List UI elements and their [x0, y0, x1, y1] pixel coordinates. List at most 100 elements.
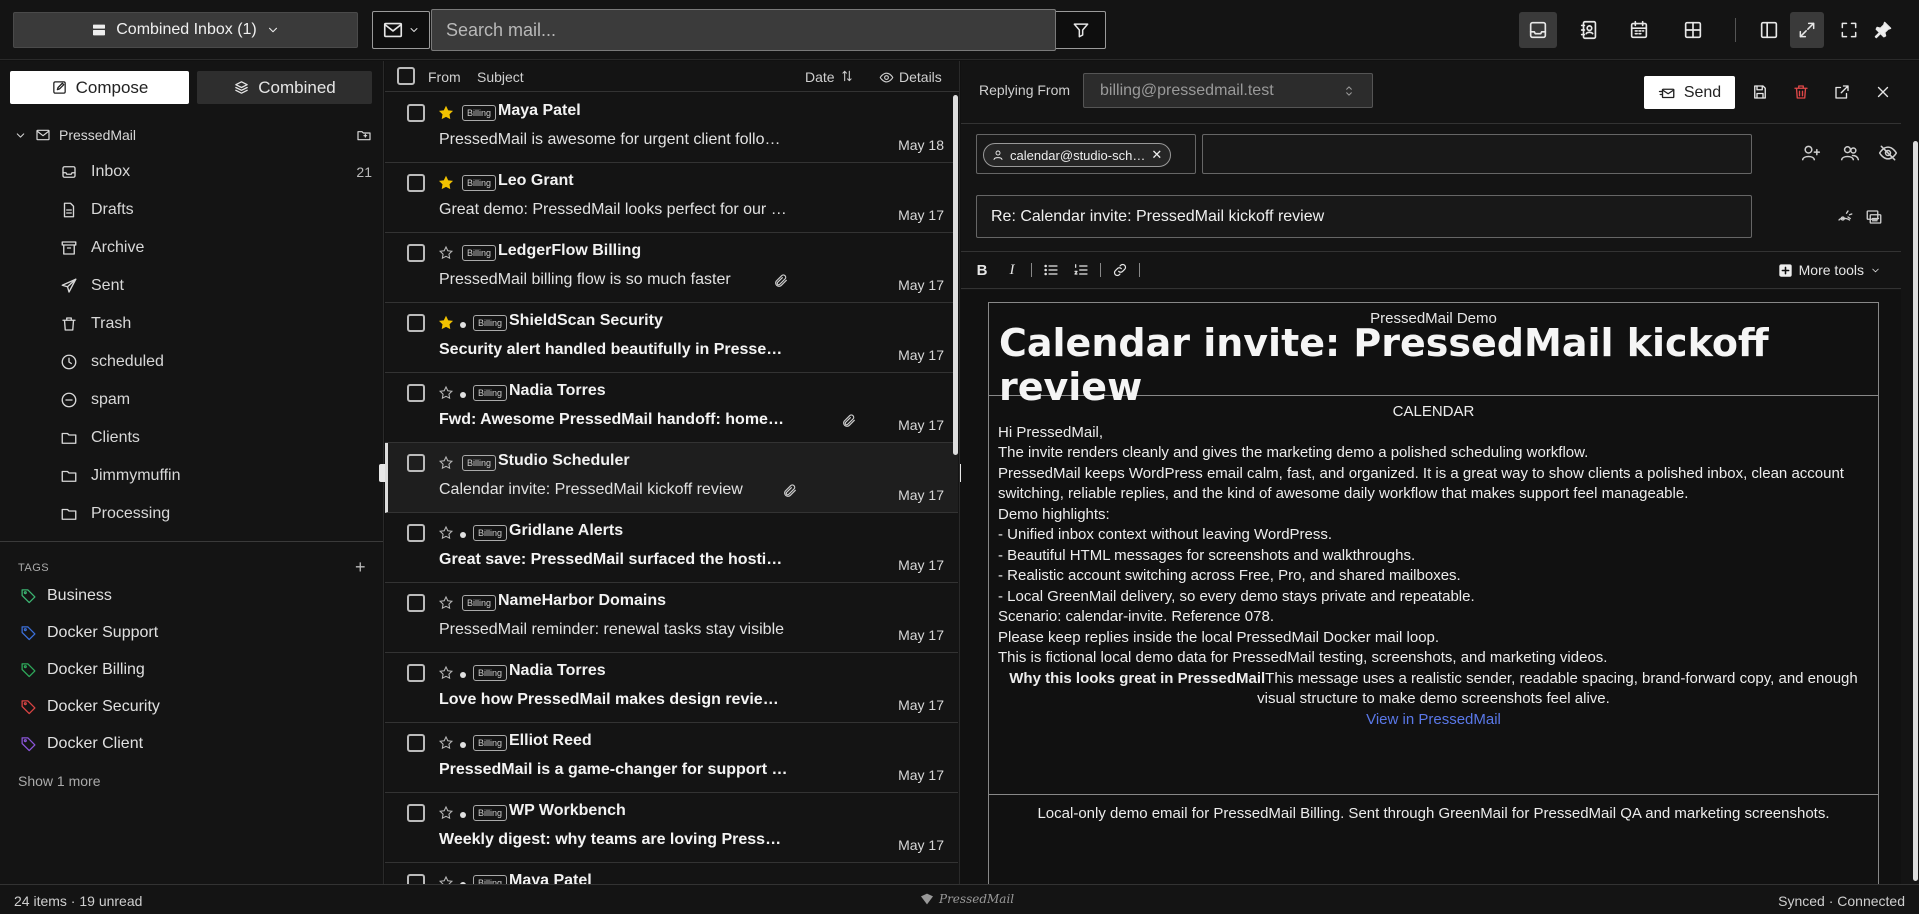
toggle-sidebar-button[interactable] [1750, 12, 1788, 48]
message-row[interactable]: Billing Nadia Torres Love how PressedMail … [385, 653, 958, 723]
subject-ai-button[interactable] [1836, 208, 1858, 230]
message-row[interactable]: Billing Maya Patel [385, 863, 958, 884]
filter-button[interactable] [1056, 11, 1106, 49]
show-more-tags-link[interactable]: Show 1 more [18, 773, 100, 789]
list-scrollbar[interactable] [953, 95, 958, 455]
folder-item-spam[interactable]: spam [0, 381, 384, 419]
folder-item-drafts[interactable]: Drafts [0, 191, 384, 229]
compose-button[interactable]: Compose [10, 71, 189, 104]
row-checkbox[interactable] [407, 454, 425, 472]
pin-button[interactable] [1866, 12, 1900, 48]
row-checkbox[interactable] [407, 314, 425, 332]
tag-item[interactable]: Business [0, 577, 384, 614]
italic-button[interactable]: I [997, 262, 1027, 279]
close-compose-button[interactable] [1872, 81, 1894, 103]
row-checkbox[interactable] [407, 664, 425, 682]
row-checkbox[interactable] [407, 244, 425, 262]
insert-link-button[interactable] [1105, 262, 1135, 278]
star-icon[interactable] [438, 385, 454, 401]
subject-column-header[interactable]: Subject [477, 69, 524, 85]
message-row[interactable]: Billing Elliot Reed PressedMail is a game-… [385, 723, 958, 793]
message-editor[interactable]: PressedMail Demo Calendar invite: Presse… [961, 290, 1901, 884]
tag-item[interactable]: Docker Security [0, 688, 384, 725]
inbox-selector[interactable]: Combined Inbox (1) [13, 12, 358, 48]
star-icon[interactable] [438, 875, 454, 884]
star-icon[interactable] [438, 455, 454, 471]
folder-item-processing[interactable]: Processing [0, 495, 384, 533]
remove-recipient-icon[interactable]: ✕ [1151, 147, 1162, 163]
row-checkbox[interactable] [407, 174, 425, 192]
send-button[interactable]: Send [1644, 76, 1735, 109]
star-icon[interactable] [438, 245, 454, 261]
details-toggle[interactable]: Details [879, 69, 942, 85]
subject-field[interactable]: Re: Calendar invite: PressedMail kickoff… [976, 195, 1752, 238]
cc-bcc-button[interactable] [1840, 143, 1862, 165]
add-tag-button[interactable]: + [355, 557, 366, 578]
star-icon[interactable] [438, 805, 454, 821]
star-icon[interactable] [438, 595, 454, 611]
message-row[interactable]: Billing ShieldScan Security Security alert… [385, 303, 958, 373]
row-checkbox[interactable] [407, 734, 425, 752]
message-row[interactable]: Billing Maya Patel PressedMail is awesome … [385, 93, 958, 163]
account-header[interactable]: PressedMail [14, 125, 372, 145]
message-row[interactable]: Billing NameHarbor Domains PressedMail rem… [385, 583, 958, 653]
folder-item-scheduled[interactable]: scheduled [0, 343, 384, 381]
from-column-header[interactable]: From [428, 69, 461, 85]
message-row[interactable]: Billing Studio Scheduler Calendar invite: … [385, 443, 958, 513]
recipient-chip[interactable]: calendar@studio-sch… ✕ [983, 143, 1172, 167]
search-input[interactable] [431, 9, 1056, 51]
view-inbox-button[interactable] [1519, 12, 1557, 48]
layout-button[interactable] [1674, 12, 1712, 48]
replying-from-select[interactable]: billing@pressedmail.test [1083, 73, 1373, 108]
to-input[interactable] [1202, 134, 1752, 174]
folder-item-trash[interactable]: Trash [0, 305, 384, 343]
message-row[interactable]: Billing WP Workbench Weekly digest: why te… [385, 793, 958, 863]
message-row[interactable]: Billing LedgerFlow Billing PressedMail bil… [385, 233, 958, 303]
select-all-checkbox[interactable] [397, 67, 415, 85]
mail-scope-dropdown[interactable] [372, 11, 430, 49]
pop-out-button[interactable] [1831, 81, 1853, 103]
to-field[interactable]: calendar@studio-sch… ✕ [976, 134, 1196, 174]
view-in-pressedmail-link[interactable]: View in PressedMail [998, 710, 1869, 731]
row-checkbox[interactable] [407, 104, 425, 122]
fullscreen-button[interactable] [1832, 12, 1866, 48]
contacts-button[interactable] [1570, 12, 1608, 48]
row-checkbox[interactable] [407, 384, 425, 402]
templates-button[interactable] [1865, 208, 1887, 230]
row-checkbox[interactable] [407, 874, 425, 884]
message-row[interactable]: Billing Gridlane Alerts Great save: Presse… [385, 513, 958, 583]
save-draft-button[interactable] [1749, 81, 1771, 103]
tag-item[interactable]: Docker Support [0, 614, 384, 651]
folder-item-jimmymuffin[interactable]: Jimmymuffin [0, 457, 384, 495]
more-tools-button[interactable]: More tools [1778, 262, 1881, 278]
date-sort-button[interactable]: Date [805, 69, 854, 85]
star-icon[interactable] [438, 175, 454, 191]
message-row[interactable]: Billing Nadia Torres Fwd: Awesome PressedM… [385, 373, 958, 443]
message-row[interactable]: Billing Leo Grant Great demo: PressedMail … [385, 163, 958, 233]
tag-item[interactable]: Docker Client [0, 725, 384, 762]
folder-item-sent[interactable]: Sent [0, 267, 384, 305]
tag-item[interactable]: Docker Billing [0, 651, 384, 688]
add-folder-icon[interactable] [356, 127, 372, 143]
compose-scrollbar[interactable] [1913, 141, 1918, 881]
numbered-list-button[interactable] [1066, 262, 1096, 278]
calendar-button[interactable] [1620, 12, 1658, 48]
hide-fields-button[interactable] [1878, 143, 1900, 165]
add-contact-button[interactable] [1801, 143, 1823, 165]
star-icon[interactable] [438, 105, 454, 121]
row-checkbox[interactable] [407, 804, 425, 822]
folder-item-clients[interactable]: Clients [0, 419, 384, 457]
expand-button[interactable] [1790, 12, 1824, 48]
star-icon[interactable] [438, 525, 454, 541]
star-icon[interactable] [438, 665, 454, 681]
discard-button[interactable] [1790, 81, 1812, 103]
folder-item-archive[interactable]: Archive [0, 229, 384, 267]
folder-item-inbox[interactable]: Inbox 21 [0, 153, 384, 191]
bullet-list-button[interactable] [1036, 262, 1066, 278]
row-checkbox[interactable] [407, 594, 425, 612]
star-icon[interactable] [438, 315, 454, 331]
bold-button[interactable]: B [967, 262, 997, 279]
combined-button[interactable]: Combined [197, 71, 372, 104]
star-icon[interactable] [438, 735, 454, 751]
row-checkbox[interactable] [407, 524, 425, 542]
